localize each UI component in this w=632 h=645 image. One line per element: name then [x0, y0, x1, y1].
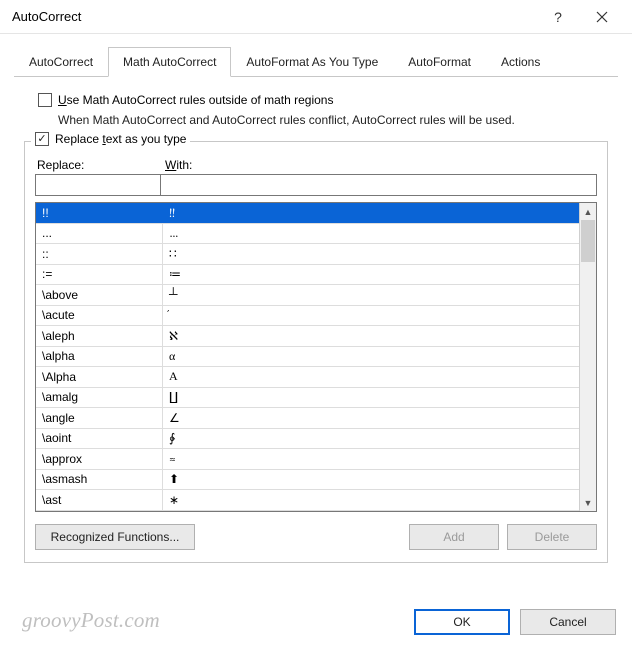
list-item[interactable]: !!‼: [36, 203, 579, 224]
list-item-with: ∠: [162, 408, 180, 428]
list-item[interactable]: \alephℵ: [36, 326, 579, 347]
conflict-note: When Math AutoCorrect and AutoCorrect ru…: [58, 113, 608, 127]
with-input[interactable]: [161, 174, 597, 196]
list-item-with: ́: [162, 306, 169, 326]
list-item-replace: ::: [36, 247, 162, 261]
replace-input[interactable]: [35, 174, 161, 196]
list-item-with: ∗: [162, 490, 179, 510]
inputs-row: [35, 174, 597, 196]
list-item[interactable]: \acuté: [36, 306, 579, 327]
list-item-with: Α: [162, 367, 178, 387]
list-item-replace: \aoint: [36, 431, 162, 445]
use-outside-row[interactable]: Use Math AutoCorrect rules outside of ma…: [38, 93, 608, 107]
close-button[interactable]: [580, 2, 624, 32]
list-item-with: ℵ: [162, 326, 178, 346]
list-item-with: ⬆: [162, 470, 179, 490]
list-item[interactable]: \approx≈: [36, 449, 579, 470]
column-labels: Replace: With:: [35, 158, 597, 172]
tab-autoformat-as-you-type[interactable]: AutoFormat As You Type: [231, 47, 393, 77]
delete-button[interactable]: Delete: [507, 524, 597, 550]
scroll-thumb[interactable]: [581, 220, 595, 262]
scrollbar[interactable]: ▲ ▼: [579, 203, 596, 511]
list-item-with: α: [162, 347, 175, 367]
list-item-with: ∳: [162, 429, 175, 449]
list-buttons: Recognized Functions... Add Delete: [35, 524, 597, 550]
list-item[interactable]: \aoint∳: [36, 429, 579, 450]
list-item-replace: \aleph: [36, 329, 162, 343]
tab-autoformat[interactable]: AutoFormat: [393, 47, 486, 77]
replace-column-label: Replace:: [35, 158, 161, 172]
recognized-functions-button[interactable]: Recognized Functions...: [35, 524, 195, 550]
titlebar: AutoCorrect ?: [0, 0, 632, 34]
list-item[interactable]: \above┴: [36, 285, 579, 306]
replace-legend-label: Replace text as you type: [55, 132, 186, 146]
tab-content: Use Math AutoCorrect rules outside of ma…: [14, 77, 618, 573]
list-item[interactable]: ...…: [36, 224, 579, 245]
cancel-button[interactable]: Cancel: [520, 609, 616, 635]
window-title: AutoCorrect: [12, 9, 536, 24]
use-outside-checkbox[interactable]: [38, 93, 52, 107]
list-item[interactable]: \ast∗: [36, 490, 579, 511]
with-column-label: With:: [161, 158, 192, 172]
replace-as-you-type-checkbox[interactable]: [35, 132, 49, 146]
list-item-replace: \ast: [36, 493, 162, 507]
replace-fieldset: Replace text as you type Replace: With: …: [24, 141, 608, 563]
list-item[interactable]: \AlphaΑ: [36, 367, 579, 388]
list-item[interactable]: \angle∠: [36, 408, 579, 429]
list-item-with: ‼: [162, 203, 175, 223]
list-item-with: ∷: [162, 244, 177, 264]
list-item-with: ┴: [162, 285, 178, 305]
tab-math-autocorrect[interactable]: Math AutoCorrect: [108, 47, 231, 77]
replace-legend[interactable]: Replace text as you type: [31, 132, 190, 146]
list-item[interactable]: :=≔: [36, 265, 579, 286]
scroll-down-button[interactable]: ▼: [580, 494, 596, 511]
list-item-replace: \acute: [36, 308, 162, 322]
entries-listbox[interactable]: !!‼...…::∷:=≔\above┴\acuté\alephℵ\alpha…: [35, 202, 597, 512]
scroll-track[interactable]: [580, 220, 596, 494]
add-button[interactable]: Add: [409, 524, 499, 550]
tab-autocorrect[interactable]: AutoCorrect: [14, 47, 108, 77]
list-item-with: ≍: [162, 511, 179, 512]
list-item-replace: \asmash: [36, 472, 162, 486]
list-item-replace: \angle: [36, 411, 162, 425]
titlebar-controls: ?: [536, 2, 624, 32]
close-icon: [596, 11, 608, 23]
ok-button[interactable]: OK: [414, 609, 510, 635]
list-item-replace: \alpha: [36, 349, 162, 363]
list-item-replace: \Alpha: [36, 370, 162, 384]
list-item[interactable]: \asmash⬆: [36, 470, 579, 491]
list-item-with: …: [162, 224, 178, 244]
list-item-replace: \amalg: [36, 390, 162, 404]
dialog-body: AutoCorrect Math AutoCorrect AutoFormat …: [0, 34, 632, 583]
dialog-footer: OK Cancel: [414, 609, 616, 635]
entries-list[interactable]: !!‼...…::∷:=≔\above┴\acuté\alephℵ\alpha…: [36, 203, 579, 511]
list-item-replace: !!: [36, 206, 162, 220]
list-item-replace: ...: [36, 226, 162, 240]
list-item-replace: :=: [36, 267, 162, 281]
watermark: groovyPost.com: [22, 608, 160, 633]
list-item-replace: \approx: [36, 452, 162, 466]
scroll-up-button[interactable]: ▲: [580, 203, 596, 220]
tab-actions[interactable]: Actions: [486, 47, 555, 77]
list-item-with: ≈: [162, 449, 176, 469]
tab-strip: AutoCorrect Math AutoCorrect AutoFormat …: [14, 46, 618, 77]
list-item-with: ∐: [162, 388, 178, 408]
list-item[interactable]: ::∷: [36, 244, 579, 265]
help-button[interactable]: ?: [536, 2, 580, 32]
list-item-with: ≔: [162, 265, 181, 285]
list-item[interactable]: \amalg∐: [36, 388, 579, 409]
list-item[interactable]: \asymp≍: [36, 511, 579, 512]
use-outside-label: Use Math AutoCorrect rules outside of ma…: [58, 93, 333, 107]
list-item-replace: \above: [36, 288, 162, 302]
list-item[interactable]: \alphaα: [36, 347, 579, 368]
